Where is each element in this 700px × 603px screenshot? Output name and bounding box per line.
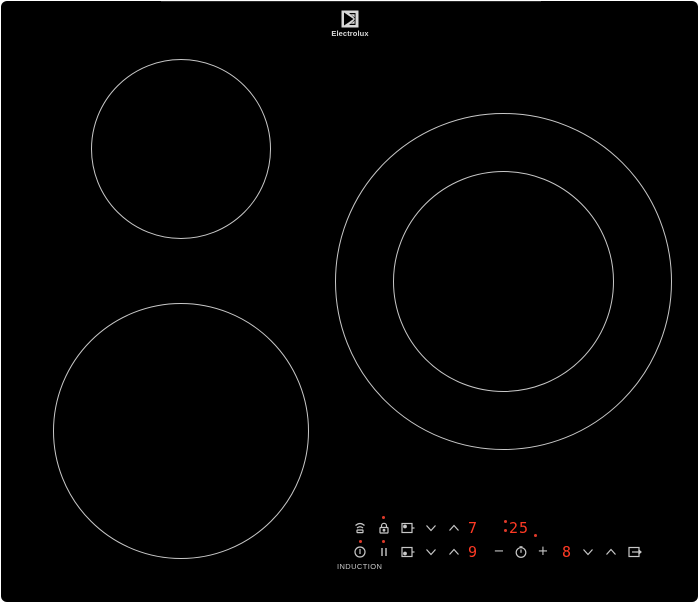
timer-decimal-dot — [534, 534, 537, 537]
left-power-level-display: 9 — [468, 543, 479, 561]
timer-display: 25 — [509, 519, 530, 537]
cooktop-edge-highlight — [161, 1, 541, 2]
timer-dot-upper — [504, 520, 507, 523]
wifi-hob-to-hood-icon[interactable] — [352, 520, 368, 536]
top-power-level-display: 7 — [468, 519, 479, 537]
chevron-up-icon-right[interactable] — [603, 544, 619, 560]
chevron-up-icon[interactable] — [446, 520, 462, 536]
lock-indicator-light-top — [382, 516, 385, 519]
cooktop-surface: Electrolux 7 25 9 − + 8 INDUCTION — [1, 1, 698, 602]
timer-icon[interactable] — [513, 544, 529, 560]
lock-icon[interactable] — [376, 520, 392, 536]
wifi-indicator-light — [359, 540, 362, 543]
chevron-up-icon-left[interactable] — [446, 544, 462, 560]
zone-timer-icon[interactable] — [400, 520, 416, 536]
timer-dot-lower — [504, 529, 507, 532]
chevron-down-icon[interactable] — [423, 520, 439, 536]
induction-label: INDUCTION — [337, 562, 383, 571]
cooking-zone-front-left — [53, 303, 309, 559]
pause-icon[interactable] — [376, 544, 392, 560]
power-icon[interactable] — [352, 544, 368, 560]
chevron-down-icon-left[interactable] — [423, 544, 439, 560]
brand-name: Electrolux — [331, 29, 369, 38]
bridge-zone-icon[interactable] — [627, 544, 643, 560]
lock-indicator-light-bottom — [382, 540, 385, 543]
zone-select-icon[interactable] — [400, 544, 416, 560]
minus-button[interactable]: − — [491, 544, 507, 560]
cooking-zone-rear-left — [91, 59, 271, 239]
electrolux-logo-icon — [341, 10, 359, 28]
right-power-level-display: 8 — [562, 543, 573, 561]
chevron-down-icon-right[interactable] — [580, 544, 596, 560]
plus-button[interactable]: + — [535, 544, 551, 560]
cooking-zone-right-inner — [393, 171, 614, 392]
brand: Electrolux — [319, 10, 381, 38]
